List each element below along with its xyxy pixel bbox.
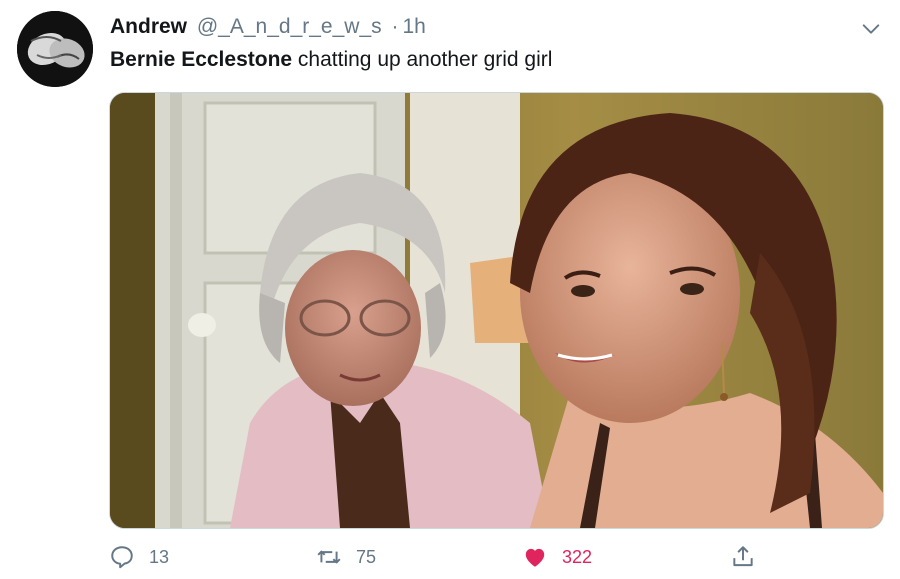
share-button[interactable] [730,542,770,572]
reply-button[interactable]: 13 [109,542,169,572]
tweet-header: Andrew @_A_n_d_r_e_w_s · 1h [110,14,426,40]
like-button[interactable]: 322 [522,542,592,572]
tweet-text-bold: Bernie Ecclestone [110,48,293,71]
reply-count: 13 [149,546,170,567]
reply-icon [111,546,133,569]
separator-dot: · [391,15,399,38]
chevron-down-icon[interactable] [860,18,882,40]
user-handle[interactable]: @_A_n_d_r_e_w_s [197,15,382,38]
tweet-timestamp[interactable]: 1h [402,15,425,38]
tweet-image[interactable] [109,92,884,529]
heart-icon [525,548,545,567]
share-icon [733,546,753,567]
display-name[interactable]: Andrew [110,15,187,38]
tweet-text-rest: chatting up another grid girl [292,48,553,71]
retweet-count: 75 [356,546,377,567]
tweet-actions: 13 75 322 [0,540,900,576]
retweet-icon [317,550,341,564]
tweet-text: Bernie Ecclestone chatting up another gr… [110,46,552,74]
user-avatar[interactable] [17,11,93,87]
retweet-button[interactable]: 75 [316,542,376,572]
like-count: 322 [562,546,593,567]
